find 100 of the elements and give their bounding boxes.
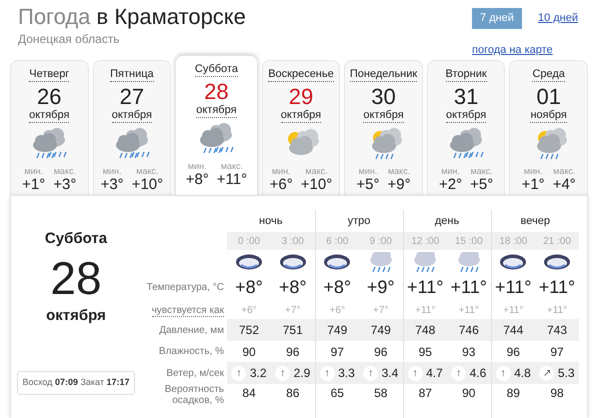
temp-value: +5° (470, 176, 494, 193)
month-label: октября (446, 109, 486, 123)
temp-label: макс. (135, 166, 160, 176)
temp-value: +6° (270, 176, 293, 193)
row-label: Вероятность осадков, % (164, 384, 224, 406)
wind-value: 4.6 (470, 366, 486, 380)
month-label: октября (363, 109, 404, 123)
pressure-value: 752 (238, 323, 260, 337)
temp-label: мин. (358, 166, 378, 176)
temp-label: макс. (220, 161, 244, 171)
month-label: ноября (530, 109, 567, 123)
hour-label: 3 :00 (282, 236, 304, 246)
feels-like-value: +11° (415, 304, 436, 316)
page-title: Погода (18, 4, 90, 29)
period-label: день (434, 214, 460, 227)
temp-value: +3° (53, 176, 76, 193)
hour-label: 9 :00 (370, 236, 392, 246)
detail-month: октября (46, 306, 106, 326)
weekday-label: Четверг (29, 68, 70, 82)
temp-label: макс. (388, 166, 411, 176)
humidity-value: 90 (242, 344, 256, 358)
hour-label: 18 :00 (499, 236, 528, 246)
temp-label: мин. (102, 166, 122, 176)
humidity-value: 96 (374, 344, 388, 358)
temperature-value: +8° (278, 277, 307, 297)
day-tab[interactable]: Пятница 27 октября мин. +3° макс. +10° (92, 60, 172, 195)
weekday-label: Вторник (446, 68, 487, 82)
period-label: ночь (259, 214, 282, 227)
wind-value: 3.2 (250, 366, 267, 380)
day-tab[interactable]: Вторник 31 октября мин. +2° макс. +5° (426, 60, 506, 195)
temp-label: мин. (440, 166, 461, 176)
pressure-value: 749 (370, 323, 391, 337)
humidity-value: 97 (550, 344, 564, 358)
pressure-value: 746 (458, 323, 479, 337)
pressure-value: 743 (546, 323, 568, 337)
month-label: октября (112, 109, 152, 123)
temp-value: +10° (300, 176, 332, 193)
pressure-value: 751 (282, 323, 303, 337)
temp-label: макс. (470, 166, 494, 176)
temp-value: +10° (132, 176, 164, 193)
temp-label: мин. (23, 166, 44, 176)
detail-date: 28 (50, 250, 102, 304)
temp-value: +11° (216, 171, 248, 188)
day-date: 27 (118, 85, 146, 109)
range-tab[interactable]: 10 дней (530, 8, 586, 28)
period-label: утро (348, 214, 370, 227)
row-label: Влажность, % (158, 346, 224, 357)
precipitation-value: 98 (550, 386, 564, 400)
month-label: октября (196, 104, 237, 118)
precipitation-value: 89 (506, 386, 520, 400)
temp-value: +8° (186, 171, 209, 188)
wind-value: 3.3 (338, 366, 355, 380)
day-tab[interactable]: Среда 01 ноября мин. +1° макс. +4° (509, 60, 588, 195)
day-date: 29 (288, 85, 314, 109)
row-label: Давление, мм (159, 324, 224, 336)
humidity-value: 96 (286, 344, 300, 358)
temp-label: мин. (522, 166, 544, 176)
day-tab[interactable]: Понедельник 30 октября мин. +5° макс. +9° (344, 60, 423, 195)
temp-label: макс. (304, 166, 329, 176)
day-tab[interactable]: Четверг 26 октября мин. +1° макс. +3° (10, 60, 89, 195)
period-label: вечер (520, 214, 550, 227)
wind-value: 3.4 (382, 366, 398, 380)
humidity-value: 95 (418, 344, 432, 358)
row-label: Ветер, м/сек (166, 368, 224, 378)
hint-link[interactable]: чувствуется как (152, 304, 224, 316)
month-label: октября (29, 109, 70, 123)
day-tab[interactable]: Суббота 28 октября мин. +8° макс. +11° (175, 55, 258, 195)
wind-value: 5.3 (558, 366, 575, 380)
feels-like-value: +11° (503, 304, 524, 316)
region-name: Донецкая область (18, 31, 121, 48)
hour-label: 6 :00 (326, 236, 348, 246)
temp-value: +1° (22, 176, 46, 193)
hour-label: 12 :00 (411, 236, 440, 246)
temperature-value: +8° (323, 277, 352, 297)
temperature-value: +9° (366, 277, 395, 297)
day-date: 01 (535, 85, 562, 109)
feels-like-value: +11° (458, 304, 479, 316)
precipitation-value: 90 (462, 386, 476, 400)
map-link[interactable]: погода на карте (472, 44, 553, 56)
feels-like-value: +11° (546, 304, 568, 316)
precipitation-value: 87 (418, 386, 432, 400)
wind-value: 4.7 (426, 366, 443, 380)
hour-label: 15 :00 (454, 236, 483, 246)
sun-times: Восход 07:09 Закат 17:17 (17, 371, 135, 394)
precipitation-value: 84 (242, 386, 256, 400)
feels-like-value: +7° (373, 304, 388, 316)
humidity-value: 96 (506, 344, 520, 358)
weekday-label: Понедельник (350, 68, 418, 82)
temp-value: +3° (100, 176, 124, 193)
temperature-value: +11° (450, 277, 487, 297)
detail-weekday: Суббота (44, 229, 108, 249)
temp-label: мин. (270, 166, 292, 176)
day-date: 28 (203, 80, 230, 104)
feels-like-value: +6° (330, 304, 345, 316)
precipitation-value: 58 (374, 386, 388, 400)
temp-label: мин. (186, 161, 208, 171)
pressure-value: 749 (327, 323, 348, 337)
day-tab[interactable]: Воскресенье 29 октября мин. +6° макс. +10° (262, 60, 340, 195)
day-date: 31 (452, 85, 480, 109)
hour-label: 0 :00 (238, 236, 260, 246)
